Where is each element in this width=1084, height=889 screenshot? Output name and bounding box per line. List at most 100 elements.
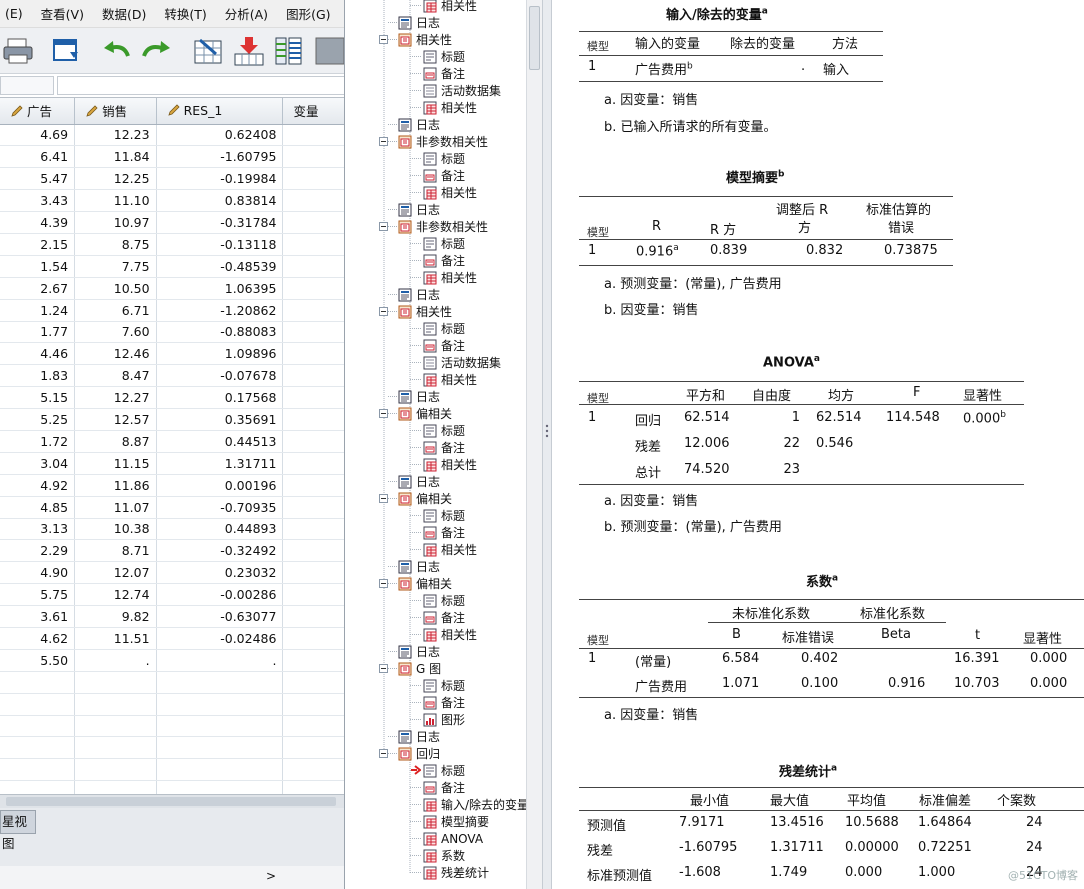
grid-cell[interactable] [282, 518, 344, 541]
grid-cell[interactable]: 11.51 [74, 627, 157, 650]
grid-cell[interactable] [74, 715, 157, 738]
outline-item[interactable]: 标题 [423, 677, 465, 694]
grid-cell[interactable] [282, 474, 344, 497]
outline-item[interactable]: 模型摘要 [423, 813, 489, 830]
grid-cell[interactable]: . [74, 649, 157, 672]
grid-cell[interactable]: 2.29 [0, 539, 76, 563]
grid-cell[interactable]: 0.17568 [156, 386, 284, 410]
grid-cell[interactable]: 1.09896 [156, 342, 284, 366]
grid-cell[interactable] [282, 233, 344, 256]
outline-item[interactable]: 日志 [398, 728, 440, 745]
grid-cell[interactable]: 10.38 [74, 518, 157, 541]
grid-cell[interactable]: 1.83 [0, 364, 76, 388]
outline-item[interactable]: 标题 [423, 150, 465, 167]
collapse-toggle[interactable] [379, 494, 388, 503]
cell-value-input[interactable] [57, 76, 344, 95]
grid-cell[interactable]: 4.85 [0, 496, 76, 519]
grid-cell[interactable] [282, 649, 344, 672]
print-icon[interactable] [2, 36, 36, 66]
grid-cell[interactable]: -0.48539 [156, 255, 284, 278]
grid-cell[interactable]: 11.07 [74, 496, 157, 519]
grid-cell[interactable]: -0.00286 [156, 583, 284, 607]
pane-splitter[interactable] [542, 0, 552, 889]
grid-cell[interactable] [156, 736, 284, 760]
column-header[interactable]: 销售 [74, 98, 157, 125]
grid-cell[interactable] [282, 605, 344, 628]
horizontal-scrollbar[interactable] [0, 794, 344, 808]
outline-item[interactable]: 备注 [423, 167, 465, 184]
grid-cell[interactable]: 0.00196 [156, 474, 284, 497]
menu-item[interactable]: (E) [0, 6, 28, 21]
grid-cell[interactable]: 0.23032 [156, 561, 284, 585]
outline-item[interactable]: 相关性 [398, 31, 452, 48]
column-header[interactable]: 广告 [0, 98, 76, 125]
grid-cell[interactable]: 1.72 [0, 430, 76, 453]
outline-item[interactable]: 偏相关 [398, 490, 452, 507]
grid-cell[interactable]: 0.44893 [156, 518, 284, 541]
grid-cell[interactable]: -0.13118 [156, 233, 284, 256]
outline-item[interactable]: 相关性 [423, 184, 477, 201]
grid-cell[interactable]: 0.62408 [156, 124, 284, 147]
column-header[interactable]: RES_1 [156, 98, 284, 125]
variables-icon[interactable] [272, 36, 306, 66]
outline-item[interactable]: 日志 [398, 116, 440, 133]
tab-variable-view[interactable]: 星视图 [0, 810, 36, 851]
grid-cell[interactable] [156, 715, 284, 738]
grid-cell[interactable]: 12.25 [74, 167, 157, 191]
outline-item[interactable]: 标题 [411, 762, 465, 779]
grid-cell[interactable] [156, 671, 284, 694]
grid-cell[interactable]: 12.57 [74, 408, 157, 431]
grid-cell[interactable]: 1.31711 [156, 452, 284, 475]
grid-cell[interactable]: 5.47 [0, 167, 76, 191]
grid-cell[interactable]: 11.15 [74, 452, 157, 475]
grid-cell[interactable]: 6.71 [74, 299, 157, 322]
menu-item[interactable]: 分析(A) [220, 4, 273, 23]
grid-cell[interactable]: 4.69 [0, 124, 76, 147]
outline-item[interactable]: 日志 [398, 473, 440, 490]
grid-cell[interactable]: 4.92 [0, 474, 76, 497]
menu-item[interactable]: 转换(T) [159, 4, 211, 23]
grid-cell[interactable]: 1.54 [0, 255, 76, 278]
grid-cell[interactable]: 0.44513 [156, 430, 284, 453]
collapse-toggle[interactable] [379, 222, 388, 231]
grid-cell[interactable]: 3.04 [0, 452, 76, 475]
outline-item[interactable]: ANOVA [423, 830, 483, 847]
menu-item[interactable]: 数据(D) [97, 4, 151, 23]
grid-cell[interactable]: 12.46 [74, 342, 157, 366]
grid-cell[interactable] [282, 364, 344, 388]
grid-cell[interactable]: 10.97 [74, 211, 157, 234]
grid-cell[interactable] [282, 758, 344, 782]
table-title-anova[interactable]: ANOVAa [763, 354, 820, 370]
grid-cell[interactable] [0, 671, 76, 694]
outline-item[interactable]: 标题 [423, 48, 465, 65]
collapse-toggle[interactable] [379, 579, 388, 588]
grid-cell[interactable]: 11.10 [74, 189, 157, 213]
grid-cell[interactable]: 8.75 [74, 233, 157, 256]
grid-cell[interactable] [282, 211, 344, 234]
grid-cell[interactable] [282, 408, 344, 431]
grid-cell[interactable]: 4.90 [0, 561, 76, 585]
collapse-toggle[interactable] [379, 137, 388, 146]
outline-item[interactable]: 残差统计 [423, 864, 489, 881]
grid-cell[interactable] [0, 693, 76, 716]
outline-item[interactable]: 标题 [423, 507, 465, 524]
grid-cell[interactable]: 1.24 [0, 299, 76, 322]
grid-cell[interactable]: 11.84 [74, 145, 157, 169]
outline-item[interactable]: 备注 [423, 524, 465, 541]
grid-cell[interactable]: 8.87 [74, 430, 157, 453]
grid-cell[interactable] [282, 671, 344, 694]
grid-cell[interactable]: 3.43 [0, 189, 76, 213]
collapse-toggle[interactable] [379, 664, 388, 673]
collapse-toggle[interactable] [379, 35, 388, 44]
grid-cell[interactable]: 8.71 [74, 539, 157, 563]
outline-item[interactable]: 相关性 [423, 0, 477, 14]
grid-cell[interactable]: 3.13 [0, 518, 76, 541]
grid-cell[interactable]: 11.86 [74, 474, 157, 497]
grid-cell[interactable]: 7.60 [74, 321, 157, 344]
outline-item[interactable]: 相关性 [423, 456, 477, 473]
grid-cell[interactable] [74, 758, 157, 782]
outline-item[interactable]: 偏相关 [398, 575, 452, 592]
outline-item[interactable]: 日志 [398, 201, 440, 218]
outline-item[interactable]: 日志 [398, 643, 440, 660]
grid-cell[interactable] [282, 736, 344, 760]
